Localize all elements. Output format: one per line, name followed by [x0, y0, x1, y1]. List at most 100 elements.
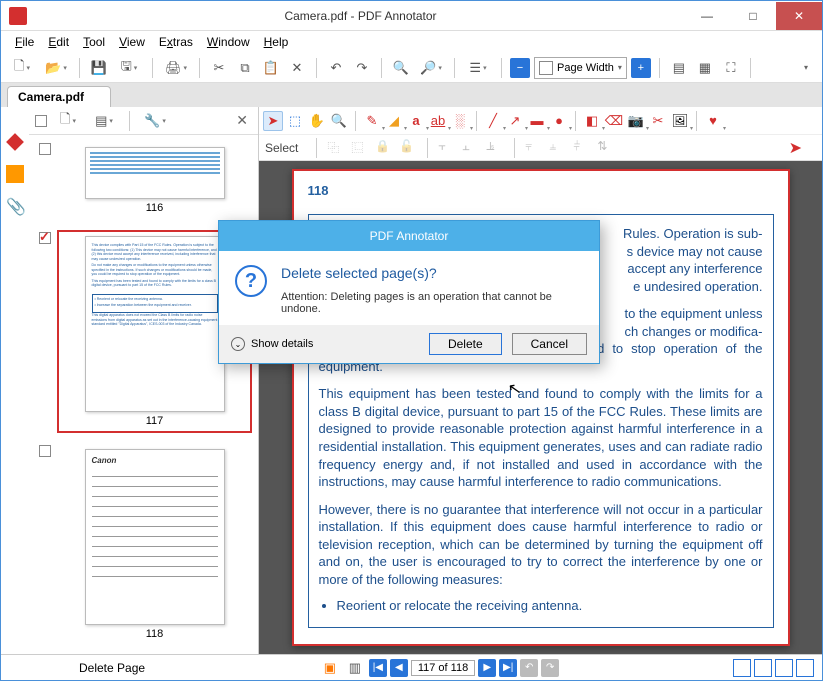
- zoom-mode-selector[interactable]: Page Width ▾: [534, 57, 627, 79]
- dialog-cancel-button[interactable]: Cancel: [512, 333, 587, 355]
- thumb-118[interactable]: Canon 118: [31, 443, 256, 646]
- view-continuous[interactable]: [754, 659, 772, 677]
- cut-button[interactable]: ✂: [208, 57, 230, 79]
- pen-tool[interactable]: ✎: [362, 111, 382, 131]
- thumb-116-checkbox[interactable]: [39, 143, 51, 155]
- thumb-list[interactable]: 116 This device complies with Part 15 of…: [29, 135, 258, 654]
- rectangle-tool[interactable]: ▬: [527, 111, 547, 131]
- text-underline-tool[interactable]: ab: [428, 111, 448, 131]
- align-left[interactable]: ⫟: [438, 139, 456, 157]
- text-tool[interactable]: a: [406, 111, 426, 131]
- thumb-116-label: 116: [63, 202, 246, 214]
- first-page-button[interactable]: |◀: [369, 659, 387, 677]
- nav-icon2[interactable]: ▥: [344, 657, 366, 679]
- view-single[interactable]: [733, 659, 751, 677]
- zoom-in-button[interactable]: +: [631, 58, 651, 78]
- align-middle[interactable]: ⫨: [549, 139, 567, 157]
- side-tabs: 📎: [1, 107, 29, 654]
- select-all-checkbox[interactable]: [35, 115, 47, 127]
- side-tab-attachments[interactable]: 📎: [6, 197, 24, 215]
- favorite-tool[interactable]: ♥: [703, 111, 723, 131]
- arrow-tool[interactable]: ↗: [505, 111, 525, 131]
- view-two-up[interactable]: [775, 659, 793, 677]
- crop-tool[interactable]: ✂: [648, 111, 668, 131]
- cursor-tool-indicator[interactable]: ➤: [789, 138, 802, 158]
- save-button[interactable]: 💾: [88, 57, 110, 79]
- select-tool[interactable]: ➤: [263, 111, 283, 131]
- side-tab-bookmarks[interactable]: [6, 165, 24, 183]
- dialog-delete-button[interactable]: Delete: [429, 333, 502, 355]
- view-two-continuous[interactable]: [796, 659, 814, 677]
- menu-window[interactable]: Window: [201, 33, 256, 51]
- window-title: Camera.pdf - PDF Annotator: [37, 9, 684, 23]
- menu-extras[interactable]: Extras: [153, 33, 199, 51]
- thumb-tools[interactable]: 🔧: [140, 110, 170, 132]
- menu-view[interactable]: View: [113, 33, 151, 51]
- print-button[interactable]: 🖨: [161, 57, 191, 79]
- undo-button[interactable]: ↶: [325, 57, 347, 79]
- minimize-button[interactable]: —: [684, 2, 730, 30]
- close-button[interactable]: ✕: [776, 2, 822, 30]
- save-as-button[interactable]: 🖫: [114, 57, 144, 79]
- menu-edit[interactable]: Edit: [42, 33, 75, 51]
- unlock-button[interactable]: 🔓: [399, 139, 417, 157]
- zoom-tool[interactable]: 🔍: [329, 111, 349, 131]
- two-page-button[interactable]: ▦: [694, 57, 716, 79]
- line-tool[interactable]: ╱: [483, 111, 503, 131]
- menu-help[interactable]: Help: [258, 33, 295, 51]
- toolbar-overflow[interactable]: [794, 57, 818, 79]
- prev-page-button[interactable]: ◀: [390, 659, 408, 677]
- highlighter-tool[interactable]: ◢: [384, 111, 404, 131]
- open-button[interactable]: 📂: [41, 57, 71, 79]
- align-center[interactable]: ⫠: [462, 139, 480, 157]
- snapshot-tool[interactable]: 📷: [626, 111, 646, 131]
- nav-forward-button[interactable]: ↷: [541, 659, 559, 677]
- delete-pages-dialog: PDF Annotator ? Delete selected page(s)?…: [218, 220, 600, 364]
- redo-button[interactable]: ↷: [351, 57, 373, 79]
- zoom-out-button[interactable]: −: [510, 58, 530, 78]
- layers-button[interactable]: ☰: [463, 57, 493, 79]
- hand-tool[interactable]: ✋: [307, 111, 327, 131]
- nav-back-button[interactable]: ↶: [520, 659, 538, 677]
- thumb-new-page[interactable]: 🗋: [53, 110, 83, 132]
- menu-tool[interactable]: Tool: [77, 33, 111, 51]
- group-button[interactable]: ⿻: [327, 139, 345, 157]
- annotation-subtoolbar: Select ⿻ ⿺ 🔒 🔓 ⫟ ⫠ ⫡ ⫧ ⫨ ⫩ ⇅ ➤: [259, 135, 822, 161]
- thumb-view-mode[interactable]: ▤: [89, 110, 119, 132]
- nav-icon1[interactable]: ▣: [319, 657, 341, 679]
- distribute[interactable]: ⇅: [597, 139, 615, 157]
- align-right[interactable]: ⫡: [486, 139, 504, 157]
- thumb-close-button[interactable]: ✕: [232, 112, 252, 129]
- ellipse-tool[interactable]: ●: [549, 111, 569, 131]
- eraser-tool[interactable]: ◧: [582, 111, 602, 131]
- thumb-117-checkbox[interactable]: [39, 232, 51, 244]
- insert-image-tool[interactable]: 🖼: [670, 111, 690, 131]
- thumb-118-checkbox[interactable]: [39, 445, 51, 457]
- dialog-heading: Delete selected page(s)?: [281, 265, 583, 281]
- maximize-button[interactable]: □: [730, 2, 776, 30]
- last-page-button[interactable]: ▶|: [499, 659, 517, 677]
- strike-tool[interactable]: ⌫: [604, 111, 624, 131]
- fullscreen-button[interactable]: ⛶: [720, 57, 742, 79]
- find-drop-button[interactable]: 🔎: [416, 57, 446, 79]
- side-tab-annotations[interactable]: [6, 133, 24, 151]
- menu-file[interactable]: File: [9, 33, 40, 51]
- copy-button[interactable]: ⧉: [234, 57, 256, 79]
- main-toolbar: 🗋 📂 💾 🖫 🖨 ✂ ⧉ 📋 ✕ ↶ ↷ 🔍 🔎 ☰ − Page Width…: [1, 53, 822, 83]
- new-button[interactable]: 🗋: [7, 57, 37, 79]
- delete-button[interactable]: ✕: [286, 57, 308, 79]
- lock-button[interactable]: 🔒: [375, 139, 393, 157]
- page-indicator[interactable]: 117 of 118: [411, 660, 475, 676]
- stamp-tool[interactable]: ░: [450, 111, 470, 131]
- next-page-button[interactable]: ▶: [478, 659, 496, 677]
- single-page-button[interactable]: ▤: [668, 57, 690, 79]
- find-button[interactable]: 🔍: [390, 57, 412, 79]
- pan-tool[interactable]: ⬚: [285, 111, 305, 131]
- document-tab[interactable]: Camera.pdf: [7, 86, 111, 107]
- align-bottom[interactable]: ⫩: [573, 139, 591, 157]
- show-details-toggle[interactable]: ⌄ Show details: [231, 337, 313, 351]
- thumb-116[interactable]: 116: [31, 141, 256, 220]
- paste-button[interactable]: 📋: [260, 57, 282, 79]
- ungroup-button[interactable]: ⿺: [351, 139, 369, 157]
- align-top[interactable]: ⫧: [525, 139, 543, 157]
